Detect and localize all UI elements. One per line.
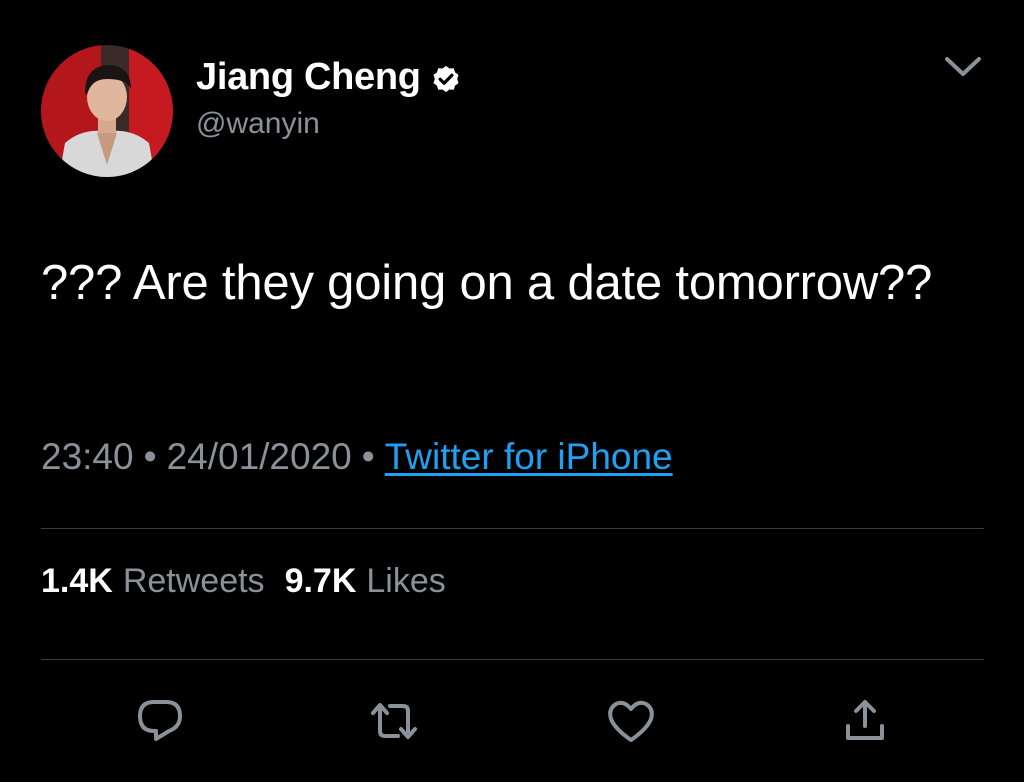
- author-row: Jiang Cheng: [196, 52, 462, 102]
- share-icon[interactable]: [840, 696, 890, 746]
- retweet-icon[interactable]: [369, 696, 419, 746]
- likes-stat[interactable]: 9.7K Likes: [285, 562, 446, 601]
- reply-icon[interactable]: [135, 696, 185, 746]
- retweets-label: Retweets: [122, 562, 265, 600]
- likes-count: 9.7K: [284, 562, 357, 600]
- chevron-down-icon[interactable]: [940, 52, 986, 82]
- tweet-source-link[interactable]: Twitter for iPhone: [385, 436, 673, 477]
- avatar-image: [41, 45, 173, 177]
- tweet-meta: 23:40 • 24/01/2020 • Twitter for iPhone: [41, 436, 673, 478]
- tweet-time: 23:40: [41, 436, 134, 477]
- likes-label: Likes: [366, 562, 446, 600]
- user-handle[interactable]: @wanyin: [196, 107, 320, 141]
- meta-separator: •: [143, 436, 157, 477]
- heart-icon[interactable]: [606, 696, 656, 746]
- retweets-count: 1.4K: [41, 562, 113, 600]
- avatar[interactable]: [41, 45, 173, 177]
- tweet-date: 24/01/2020: [166, 436, 352, 477]
- divider: [41, 659, 984, 660]
- divider: [41, 528, 984, 529]
- verified-badge-icon: [430, 63, 462, 95]
- meta-separator: •: [361, 436, 375, 477]
- tweet-text: ??? Are they going on a date tomorrow??: [41, 256, 933, 310]
- retweets-stat[interactable]: 1.4K Retweets: [41, 562, 265, 601]
- engagement-stats: 1.4K Retweets 9.7K Likes: [41, 562, 466, 601]
- display-name[interactable]: Jiang Cheng: [196, 56, 421, 99]
- tweet-detail: Jiang Cheng @wanyin ??? Are they going o…: [0, 0, 1024, 782]
